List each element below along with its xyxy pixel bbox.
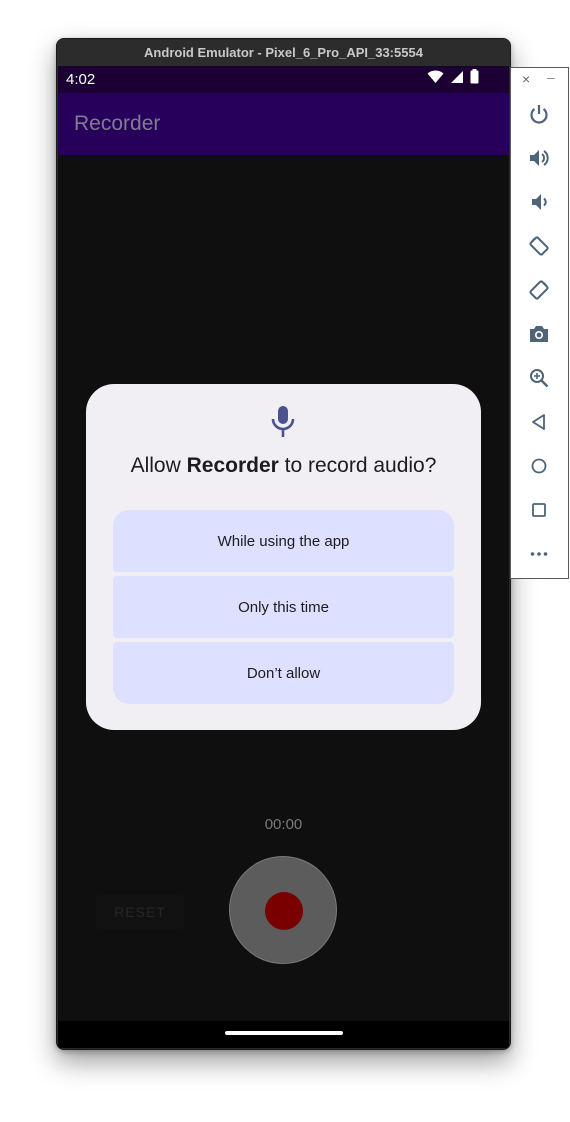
battery-icon [470,69,479,89]
toolbar-header: × – [511,68,568,92]
dialog-title-suffix: to record audio? [278,454,437,477]
zoom-icon[interactable] [526,365,552,391]
app-bar: Recorder [58,93,509,155]
dialog-title: Allow Recorder to record audio? [86,454,481,478]
volume-up-icon[interactable] [526,145,552,171]
timer-display: 00:00 [264,816,303,833]
wifi-icon [427,69,444,89]
rotate-right-icon[interactable] [526,277,552,303]
minimize-icon[interactable]: – [547,69,555,85]
dialog-title-prefix: Allow [130,454,187,477]
record-button[interactable] [229,856,337,964]
back-icon[interactable] [526,409,552,435]
emulator-side-toolbar: × – [510,67,569,579]
status-icons [427,69,479,89]
device-screen: 4:02 Recorder 00:00 RESET Allow Recorder… [58,66,509,1048]
status-time: 4:02 [66,71,96,88]
microphone-icon [269,404,297,440]
status-bar: 4:02 [58,66,509,93]
dont-allow-button[interactable]: Don’t allow [113,642,454,704]
camera-icon[interactable] [526,321,552,347]
gesture-nav-handle[interactable] [225,1031,343,1035]
rotate-left-icon[interactable] [526,233,552,259]
signal-icon [450,70,464,89]
close-icon[interactable]: × [522,71,530,87]
reset-button[interactable]: RESET [96,895,184,929]
app-title: Recorder [74,112,161,135]
overview-icon[interactable] [526,497,552,523]
only-this-time-button[interactable]: Only this time [113,576,454,638]
home-icon[interactable] [526,453,552,479]
volume-down-icon[interactable] [526,189,552,215]
power-icon[interactable] [526,101,552,127]
permission-dialog: Allow Recorder to record audio? While us… [86,384,481,730]
emulator-window: Android Emulator - Pixel_6_Pro_API_33:55… [56,38,511,1050]
record-dot-icon [265,892,303,930]
more-icon[interactable] [526,541,552,567]
while-using-app-button[interactable]: While using the app [113,510,454,572]
emulator-title: Android Emulator - Pixel_6_Pro_API_33:55… [57,39,510,66]
dialog-title-app: Recorder [186,454,279,477]
